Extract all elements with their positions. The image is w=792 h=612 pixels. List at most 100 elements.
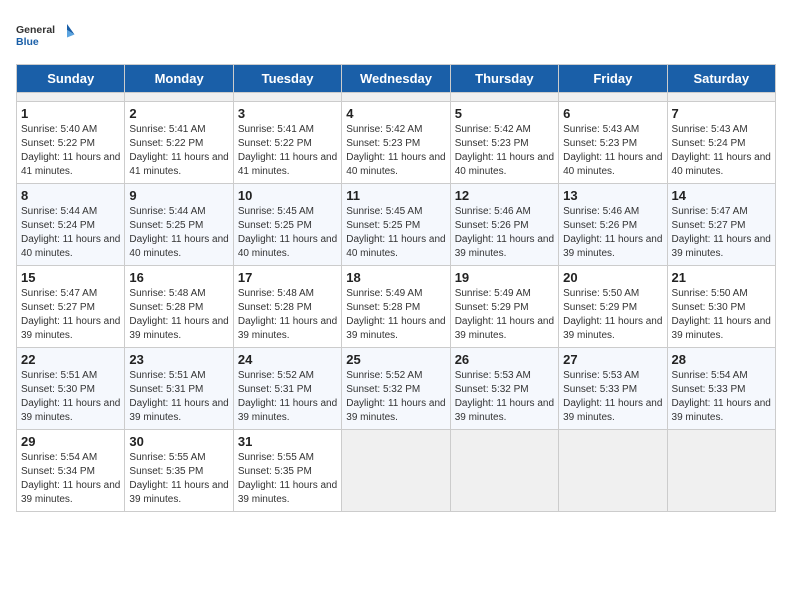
day-cell: 25Sunrise: 5:52 AMSunset: 5:32 PMDayligh…: [342, 348, 450, 430]
week-row-2: 8Sunrise: 5:44 AMSunset: 5:24 PMDaylight…: [17, 184, 776, 266]
day-cell: 15 Sunrise: 5:47 AMSunset: 5:27 PMDayligh…: [17, 266, 125, 348]
day-cell: 4Sunrise: 5:42 AMSunset: 5:23 PMDaylight…: [342, 102, 450, 184]
week-row-0: [17, 93, 776, 102]
day-number: 22: [21, 352, 120, 367]
day-number: 17: [238, 270, 337, 285]
day-number: 15: [21, 270, 120, 285]
day-number: 25: [346, 352, 445, 367]
day-cell: 30 Sunrise: 5:55 AMSunset: 5:35 PMDayligh…: [125, 430, 233, 512]
day-info: Sunrise: 5:55 AMSunset: 5:35 PMDaylight:…: [238, 451, 337, 507]
day-number: 31: [238, 434, 337, 449]
day-number: 23: [129, 352, 228, 367]
svg-text:General: General: [16, 24, 55, 36]
logo: General Blue: [16, 16, 76, 56]
calendar: SundayMondayTuesdayWednesdayThursdayFrid…: [16, 64, 776, 512]
day-number: 21: [672, 270, 771, 285]
week-row-3: 15 Sunrise: 5:47 AMSunset: 5:27 PMDayligh…: [17, 266, 776, 348]
day-info: Sunrise: 5:46 AMSunset: 5:26 PMDaylight:…: [455, 205, 554, 261]
day-cell: [667, 93, 775, 102]
day-cell: [559, 430, 667, 512]
day-number: 29: [21, 434, 120, 449]
day-cell: 28Sunrise: 5:54 AMSunset: 5:33 PMDayligh…: [667, 348, 775, 430]
day-info: Sunrise: 5:41 AMSunset: 5:22 PMDaylight:…: [238, 123, 337, 179]
day-info: Sunrise: 5:50 AMSunset: 5:30 PMDaylight:…: [672, 287, 771, 343]
day-cell: 9Sunrise: 5:44 AMSunset: 5:25 PMDaylight…: [125, 184, 233, 266]
day-number: 14: [672, 188, 771, 203]
day-info: Sunrise: 5:52 AMSunset: 5:31 PMDaylight:…: [238, 369, 337, 425]
day-number: 30: [129, 434, 228, 449]
day-cell: 6 Sunrise: 5:43 AMSunset: 5:23 PMDaylight…: [559, 102, 667, 184]
day-cell: 10Sunrise: 5:45 AMSunset: 5:25 PMDayligh…: [233, 184, 341, 266]
day-cell: 24 Sunrise: 5:52 AMSunset: 5:31 PMDayligh…: [233, 348, 341, 430]
day-cell: [125, 93, 233, 102]
day-info: Sunrise: 5:49 AMSunset: 5:29 PMDaylight:…: [455, 287, 554, 343]
day-info: Sunrise: 5:43 AMSunset: 5:23 PMDaylight:…: [563, 123, 662, 179]
day-header-sunday: Sunday: [17, 65, 125, 93]
day-cell: 3Sunrise: 5:41 AMSunset: 5:22 PMDaylight…: [233, 102, 341, 184]
day-cell: [667, 430, 775, 512]
day-cell: 1 Sunrise: 5:40 AMSunset: 5:22 PMDaylight…: [17, 102, 125, 184]
week-row-1: 1 Sunrise: 5:40 AMSunset: 5:22 PMDaylight…: [17, 102, 776, 184]
day-number: 5: [455, 106, 554, 121]
day-header-tuesday: Tuesday: [233, 65, 341, 93]
day-info: Sunrise: 5:49 AMSunset: 5:28 PMDaylight:…: [346, 287, 445, 343]
day-info: Sunrise: 5:43 AMSunset: 5:24 PMDaylight:…: [672, 123, 771, 179]
day-cell: 16Sunrise: 5:48 AMSunset: 5:28 PMDayligh…: [125, 266, 233, 348]
day-cell: [450, 93, 558, 102]
day-cell: 23 Sunrise: 5:51 AMSunset: 5:31 PMDayligh…: [125, 348, 233, 430]
day-info: Sunrise: 5:44 AMSunset: 5:24 PMDaylight:…: [21, 205, 120, 261]
day-cell: 13 Sunrise: 5:46 AMSunset: 5:26 PMDayligh…: [559, 184, 667, 266]
day-cell: 19 Sunrise: 5:49 AMSunset: 5:29 PMDayligh…: [450, 266, 558, 348]
day-header-friday: Friday: [559, 65, 667, 93]
day-header-saturday: Saturday: [667, 65, 775, 93]
day-cell: 11Sunrise: 5:45 AMSunset: 5:25 PMDayligh…: [342, 184, 450, 266]
day-cell: 7 Sunrise: 5:43 AMSunset: 5:24 PMDaylight…: [667, 102, 775, 184]
day-number: 20: [563, 270, 662, 285]
day-number: 1: [21, 106, 120, 121]
day-info: Sunrise: 5:51 AMSunset: 5:31 PMDaylight:…: [129, 369, 228, 425]
day-info: Sunrise: 5:42 AMSunset: 5:23 PMDaylight:…: [346, 123, 445, 179]
day-info: Sunrise: 5:54 AMSunset: 5:33 PMDaylight:…: [672, 369, 771, 425]
day-info: Sunrise: 5:47 AMSunset: 5:27 PMDaylight:…: [21, 287, 120, 343]
day-cell: 20Sunrise: 5:50 AMSunset: 5:29 PMDayligh…: [559, 266, 667, 348]
day-number: 7: [672, 106, 771, 121]
day-cell: 29 Sunrise: 5:54 AMSunset: 5:34 PMDayligh…: [17, 430, 125, 512]
header: General Blue: [16, 16, 776, 56]
day-cell: 22 Sunrise: 5:51 AMSunset: 5:30 PMDayligh…: [17, 348, 125, 430]
day-number: 9: [129, 188, 228, 203]
day-info: Sunrise: 5:48 AMSunset: 5:28 PMDaylight:…: [238, 287, 337, 343]
day-number: 12: [455, 188, 554, 203]
day-header-thursday: Thursday: [450, 65, 558, 93]
day-number: 26: [455, 352, 554, 367]
day-info: Sunrise: 5:53 AMSunset: 5:32 PMDaylight:…: [455, 369, 554, 425]
day-number: 13: [563, 188, 662, 203]
day-cell: [559, 93, 667, 102]
day-info: Sunrise: 5:53 AMSunset: 5:33 PMDaylight:…: [563, 369, 662, 425]
day-cell: 27 Sunrise: 5:53 AMSunset: 5:33 PMDayligh…: [559, 348, 667, 430]
day-info: Sunrise: 5:55 AMSunset: 5:35 PMDaylight:…: [129, 451, 228, 507]
calendar-header: SundayMondayTuesdayWednesdayThursdayFrid…: [17, 65, 776, 93]
day-number: 11: [346, 188, 445, 203]
day-info: Sunrise: 5:42 AMSunset: 5:23 PMDaylight:…: [455, 123, 554, 179]
day-info: Sunrise: 5:46 AMSunset: 5:26 PMDaylight:…: [563, 205, 662, 261]
day-cell: [450, 430, 558, 512]
day-number: 24: [238, 352, 337, 367]
day-header-wednesday: Wednesday: [342, 65, 450, 93]
day-info: Sunrise: 5:40 AMSunset: 5:22 PMDaylight:…: [21, 123, 120, 179]
day-cell: 2Sunrise: 5:41 AMSunset: 5:22 PMDaylight…: [125, 102, 233, 184]
calendar-body: 1 Sunrise: 5:40 AMSunset: 5:22 PMDaylight…: [17, 93, 776, 512]
day-number: 27: [563, 352, 662, 367]
day-info: Sunrise: 5:51 AMSunset: 5:30 PMDaylight:…: [21, 369, 120, 425]
day-number: 10: [238, 188, 337, 203]
day-info: Sunrise: 5:48 AMSunset: 5:28 PMDaylight:…: [129, 287, 228, 343]
day-cell: 5 Sunrise: 5:42 AMSunset: 5:23 PMDaylight…: [450, 102, 558, 184]
day-number: 6: [563, 106, 662, 121]
day-info: Sunrise: 5:54 AMSunset: 5:34 PMDaylight:…: [21, 451, 120, 507]
day-cell: 14 Sunrise: 5:47 AMSunset: 5:27 PMDayligh…: [667, 184, 775, 266]
day-info: Sunrise: 5:47 AMSunset: 5:27 PMDaylight:…: [672, 205, 771, 261]
day-cell: 18Sunrise: 5:49 AMSunset: 5:28 PMDayligh…: [342, 266, 450, 348]
week-row-5: 29 Sunrise: 5:54 AMSunset: 5:34 PMDayligh…: [17, 430, 776, 512]
day-cell: 21 Sunrise: 5:50 AMSunset: 5:30 PMDayligh…: [667, 266, 775, 348]
logo-svg: General Blue: [16, 16, 76, 56]
day-number: 19: [455, 270, 554, 285]
